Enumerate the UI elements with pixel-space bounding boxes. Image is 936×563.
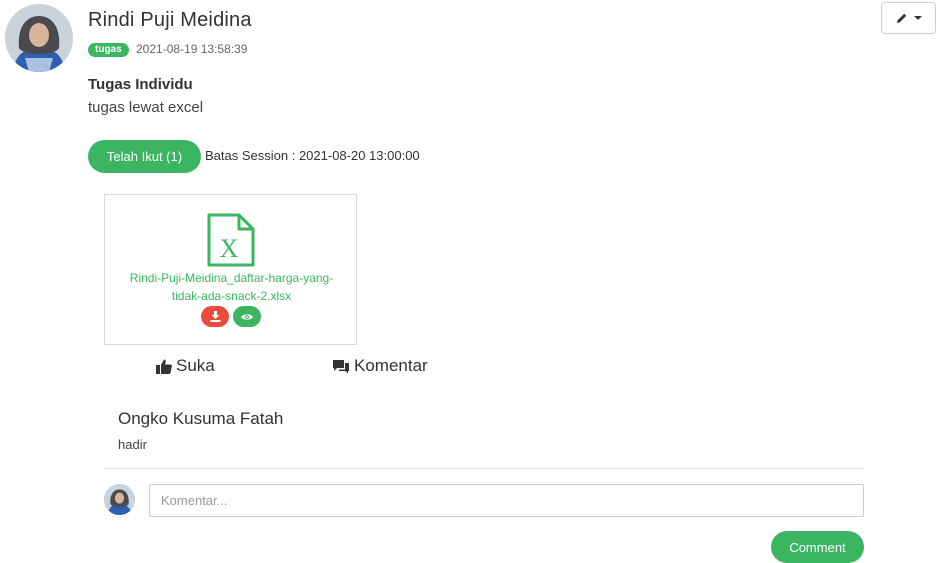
author-name: Rindi Puji Meidina (88, 9, 252, 31)
comment-submit-button[interactable]: Comment (771, 531, 864, 563)
download-icon (210, 311, 220, 322)
comment-toggle-button[interactable]: Komentar (332, 356, 428, 376)
divider (104, 468, 864, 469)
commenter-name: Ongko Kusuma Fatah (118, 409, 284, 428)
view-button[interactable] (233, 306, 261, 327)
svg-text:X: X (220, 234, 239, 263)
post-timestamp: 2021-08-19 13:58:39 (136, 42, 248, 56)
attachment-card: X Rindi-Puji-Meidina_daftar-harga-yang-t… (104, 194, 357, 345)
post-body: tugas lewat excel (88, 99, 204, 116)
joined-button[interactable]: Telah Ikut (1) (88, 140, 201, 173)
author-avatar (5, 4, 73, 72)
comments-icon (333, 359, 349, 373)
attachment-filename[interactable]: Rindi-Puji-Meidina_daftar-harga-yang-tid… (117, 269, 346, 305)
comment-label: Komentar (354, 356, 428, 375)
session-deadline: Batas Session : 2021-08-20 13:00:00 (205, 148, 420, 163)
caret-down-icon (913, 16, 922, 20)
pencil-icon (896, 13, 906, 23)
like-label: Suka (176, 356, 215, 375)
comment-text: hadir (118, 437, 147, 452)
thumbs-up-icon (156, 359, 172, 374)
current-user-avatar (104, 484, 135, 515)
like-button[interactable]: Suka (156, 356, 215, 376)
category-badge: tugas (88, 43, 129, 57)
edit-menu-button[interactable] (881, 2, 936, 34)
eye-icon (241, 313, 253, 320)
post-title: Tugas Individu (88, 76, 193, 93)
download-button[interactable] (201, 306, 229, 327)
excel-file-icon[interactable]: X (207, 213, 255, 267)
comment-input[interactable] (149, 484, 864, 517)
